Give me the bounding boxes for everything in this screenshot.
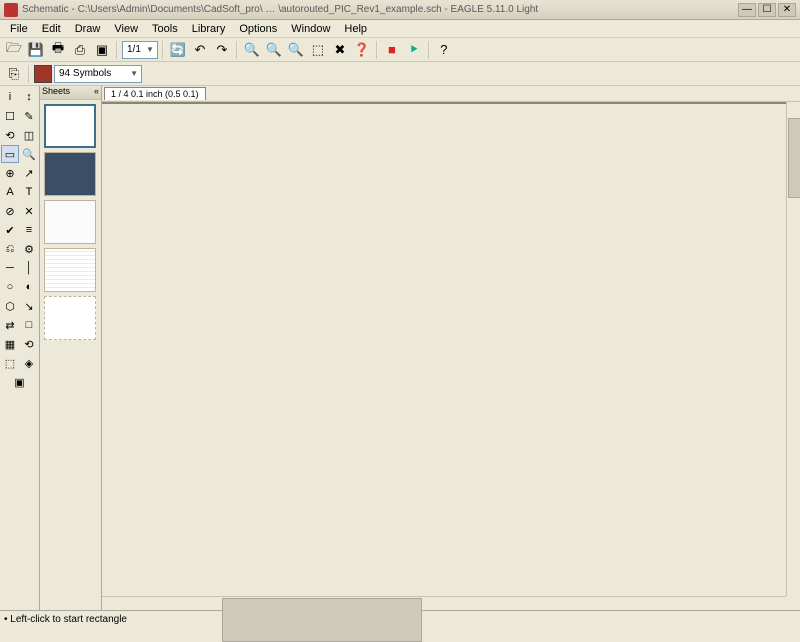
- zoom-out-icon[interactable]: 🔍: [286, 40, 306, 60]
- value-tool[interactable]: ⚙: [20, 240, 38, 258]
- sheets-panel: Sheets «: [40, 86, 102, 610]
- zoom-fit-icon[interactable]: 🔍: [242, 40, 262, 60]
- layer-toolbar: ⎘ 94 Symbols: [0, 62, 800, 86]
- menubar: File Edit Draw View Tools Library Option…: [0, 20, 800, 38]
- zoom-select-icon[interactable]: ⬚: [308, 40, 328, 60]
- canvas-header: 1 / 4 0.1 inch (0.5 0.1): [102, 86, 800, 102]
- status-text: • Left-click to start rectangle: [4, 614, 127, 625]
- pad-tool[interactable]: ▣: [11, 373, 29, 391]
- copy-tool[interactable]: ◫: [20, 126, 38, 144]
- app-icon: [4, 3, 18, 17]
- undo-icon[interactable]: ↶: [190, 40, 210, 60]
- canvas-tab[interactable]: 1 / 4 0.1 inch (0.5 0.1): [104, 87, 206, 100]
- go-icon[interactable]: ❓: [352, 40, 372, 60]
- minimize-button[interactable]: —: [738, 3, 756, 17]
- layer-select[interactable]: 94 Symbols: [54, 65, 142, 83]
- zoom-select[interactable]: 1/1: [122, 41, 158, 59]
- rotate-tool[interactable]: ⟲: [1, 126, 19, 144]
- menu-edit[interactable]: Edit: [36, 21, 67, 37]
- redo-icon[interactable]: ↷: [212, 40, 232, 60]
- vscroll-thumb[interactable]: [788, 118, 800, 198]
- rect-tool[interactable]: ▭: [1, 145, 19, 163]
- layer-color-swatch[interactable]: [34, 65, 52, 83]
- smash-tool[interactable]: ⎌: [1, 240, 19, 258]
- circle-tool[interactable]: ○: [1, 278, 19, 296]
- menu-view[interactable]: View: [108, 21, 144, 37]
- close-button[interactable]: ✕: [778, 3, 796, 17]
- hscroll-thumb[interactable]: [222, 598, 422, 642]
- swap-tool[interactable]: ⇄: [1, 316, 19, 334]
- delete-tool[interactable]: ⊘: [1, 202, 19, 220]
- toolbar-separator: [376, 41, 378, 59]
- menu-file[interactable]: File: [4, 21, 34, 37]
- split-tool[interactable]: ✕: [20, 202, 38, 220]
- name-tool[interactable]: ↗: [20, 164, 38, 182]
- sheet-thumb-5[interactable]: [44, 296, 96, 340]
- zoom-in-icon[interactable]: 🔍: [264, 40, 284, 60]
- menu-draw[interactable]: Draw: [69, 21, 107, 37]
- canvas-wrap: 1 / 4 0.1 inch (0.5 0.1) power & resets …: [102, 86, 800, 610]
- sheet-thumb-3[interactable]: [44, 200, 96, 244]
- erc-tool[interactable]: ✔: [1, 221, 19, 239]
- toolbar-separator: [162, 41, 164, 59]
- group-tool[interactable]: ☐: [1, 107, 19, 125]
- cam-icon[interactable]: ⎙: [70, 40, 90, 60]
- save-icon[interactable]: 💾: [26, 40, 46, 60]
- vertical-scrollbar[interactable]: [786, 102, 800, 596]
- mirror-tool[interactable]: ↘: [20, 297, 38, 315]
- title-text: Schematic - C:\Users\Admin\Documents\Cad…: [22, 4, 738, 15]
- sheet-thumb-2[interactable]: [44, 152, 96, 196]
- move-tool[interactable]: ↕: [20, 88, 38, 106]
- menu-tools[interactable]: Tools: [146, 21, 184, 37]
- tool-palette: i ↕ ☐ ✎ ⟲ ◫ ▭ 🔍 ⊕ ↗ A T ⊘ ✕ ✔ ≡ ⎌ ⚙ ─ │ …: [0, 86, 40, 610]
- wire-tool[interactable]: ─: [1, 259, 19, 277]
- collapse-icon[interactable]: «: [94, 86, 99, 99]
- print-icon[interactable]: 🖶: [48, 40, 68, 60]
- menu-options[interactable]: Options: [233, 21, 283, 37]
- sheet-icon[interactable]: ⎘: [4, 64, 24, 84]
- sheets-header: Sheets «: [40, 86, 101, 100]
- open-icon[interactable]: 🗁: [4, 40, 24, 60]
- replace-tool[interactable]: ⟲: [20, 335, 38, 353]
- cancel-icon[interactable]: ✖: [330, 40, 350, 60]
- marker-tool[interactable]: ⬚: [1, 354, 19, 372]
- zoom-tool[interactable]: 🔍: [20, 145, 38, 163]
- text-tool[interactable]: T: [20, 183, 38, 201]
- schematic-canvas[interactable]: power & resets power block regulators RE…: [102, 102, 786, 104]
- titlebar: Schematic - C:\Users\Admin\Documents\Cad…: [0, 0, 800, 20]
- polygon-tool[interactable]: ⬡: [1, 297, 19, 315]
- refresh-icon[interactable]: 🔄: [168, 40, 188, 60]
- sheet-thumb-4[interactable]: [44, 248, 96, 292]
- net-tool[interactable]: │: [20, 259, 38, 277]
- main-toolbar: 🗁 💾 🖶 ⎙ ▣ 1/1 🔄 ↶ ↷ 🔍 🔍 🔍 ⬚ ✖ ❓ ■ ⯈ ?: [0, 38, 800, 62]
- exec-icon[interactable]: ⯈: [404, 40, 424, 60]
- arc-tool[interactable]: ◐: [20, 278, 38, 296]
- toolbar-separator: [428, 41, 430, 59]
- stop-icon[interactable]: ■: [382, 40, 402, 60]
- toolbar-separator: [236, 41, 238, 59]
- sheet-thumb-1[interactable]: [44, 104, 96, 148]
- label-tool[interactable]: A: [1, 183, 19, 201]
- horizontal-scrollbar[interactable]: [102, 596, 786, 610]
- change-tool[interactable]: ✎: [20, 107, 38, 125]
- menu-window[interactable]: Window: [285, 21, 336, 37]
- info-tool[interactable]: i: [1, 88, 19, 106]
- toolbar-separator: [116, 41, 118, 59]
- maximize-button[interactable]: ☐: [758, 3, 776, 17]
- help-icon[interactable]: ?: [434, 40, 454, 60]
- dim-tool[interactable]: ◈: [20, 354, 38, 372]
- frame-tool[interactable]: □: [20, 316, 38, 334]
- menu-library[interactable]: Library: [186, 21, 232, 37]
- grid-tool[interactable]: ▦: [1, 335, 19, 353]
- add-tool[interactable]: ⊕: [1, 164, 19, 182]
- bus-tool[interactable]: ≡: [20, 221, 38, 239]
- sheets-title: Sheets: [42, 86, 70, 99]
- menu-help[interactable]: Help: [338, 21, 373, 37]
- toolbar-separator: [28, 65, 30, 83]
- board-icon[interactable]: ▣: [92, 40, 112, 60]
